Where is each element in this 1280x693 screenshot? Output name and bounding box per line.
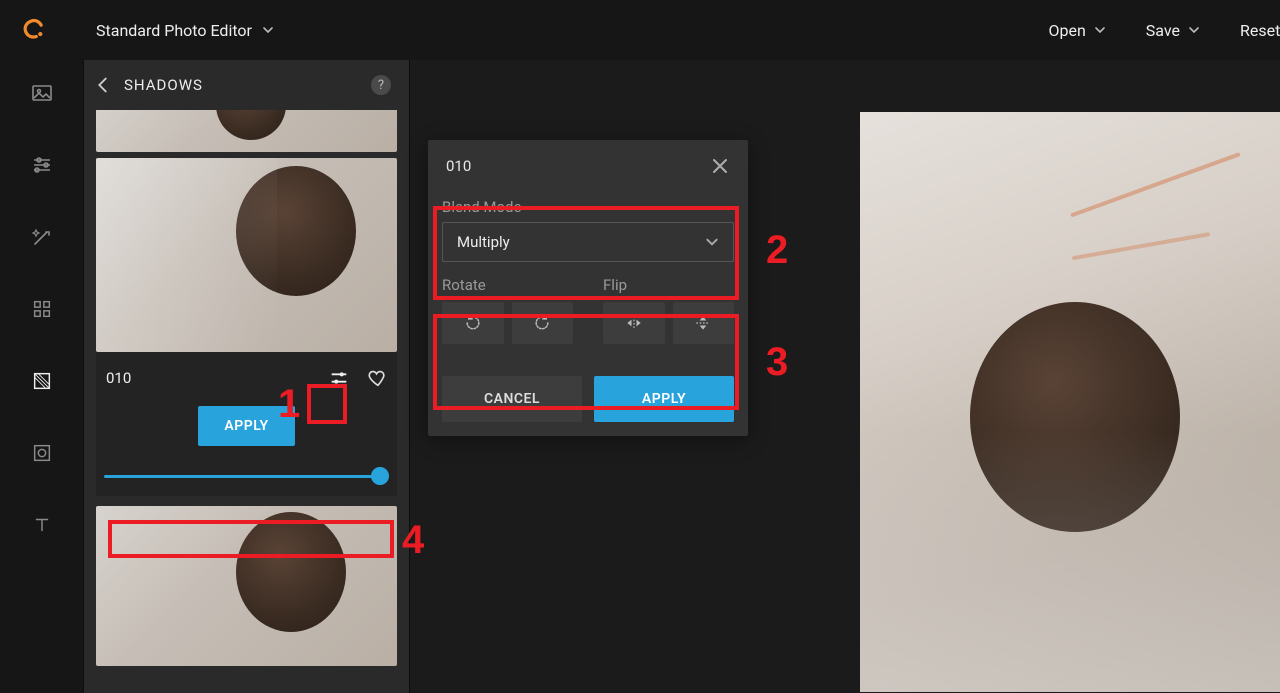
chevron-down-icon [705,235,719,249]
rotate-cw-button[interactable] [512,302,574,344]
popover-title: 010 [446,157,471,175]
rotate-ccw-icon [463,313,483,333]
blend-mode-value: Multiply [457,233,510,251]
rail-image-icon[interactable] [29,80,55,106]
rotate-flip-section: Rotate Flip [442,276,734,344]
preset-id-label: 010 [106,369,131,387]
open-button[interactable]: Open [1048,21,1105,40]
preset-apply-row: APPLY [96,398,397,460]
rotate-cw-icon [532,313,552,333]
opacity-slider[interactable] [100,466,393,486]
preset-selected-group: 010 APPLY [96,158,397,496]
preset-apply-button[interactable]: APPLY [198,406,294,446]
blend-mode-dropdown[interactable]: Multiply [442,222,734,262]
editor-mode-dropdown[interactable]: Standard Photo Editor [96,21,274,40]
rail-sliders-icon[interactable] [29,152,55,178]
rotate-label: Rotate [442,276,573,294]
preset-settings-button[interactable] [323,362,355,394]
left-tool-rail [0,60,84,693]
help-icon[interactable]: ? [371,75,391,95]
preset-thumb-prev[interactable] [96,110,397,152]
preset-label-row: 010 [96,352,397,398]
flip-column: Flip [603,276,734,344]
chevron-down-icon [1094,24,1106,36]
popover-cancel-button[interactable]: CANCEL [442,376,582,422]
photo-preview[interactable] [860,112,1280,692]
rail-grid-icon[interactable] [29,296,55,322]
rail-overlay-icon[interactable] [29,368,55,394]
save-label: Save [1146,21,1180,40]
app-logo-icon [20,17,46,43]
popover-header: 010 [428,140,748,192]
rail-vignette-icon[interactable] [29,440,55,466]
close-icon[interactable] [710,156,730,176]
preset-thumb-selected[interactable] [96,158,397,352]
open-label: Open [1048,21,1085,40]
top-bar: Standard Photo Editor Open Save Reset [0,0,1280,60]
preset-thumb-next[interactable] [96,506,397,666]
rail-wand-icon[interactable] [29,224,55,250]
blend-mode-label: Blend Mode [442,198,734,216]
slider-knob[interactable] [371,467,389,485]
chevron-down-icon [262,24,274,36]
preset-thumb-list: 010 APPLY [84,110,409,693]
opacity-slider-row [96,460,397,496]
popover-body: Blend Mode Multiply Rotate Flip [428,192,748,362]
rail-text-icon[interactable] [29,512,55,538]
topbar-right-group: Open Save Reset [1048,0,1280,60]
flip-label: Flip [603,276,734,294]
save-button[interactable]: Save [1146,21,1200,40]
sliders-icon [328,367,350,389]
chevron-down-icon [1188,24,1200,36]
heart-icon [366,367,388,389]
rotate-ccw-button[interactable] [442,302,504,344]
reset-button[interactable]: Reset [1240,21,1280,40]
panel-header: SHADOWS ? [84,60,409,110]
flip-horizontal-icon [624,313,644,333]
slider-track-line [104,475,389,478]
blend-mode-section: Blend Mode Multiply [442,198,734,262]
popover-actions: CANCEL APPLY [428,362,748,436]
flip-vertical-button[interactable] [673,302,735,344]
reset-label: Reset [1240,21,1280,40]
preset-settings-popover: 010 Blend Mode Multiply Rotate [428,140,748,436]
flip-horizontal-button[interactable] [603,302,665,344]
back-chevron-icon[interactable] [92,74,114,96]
favorite-button[interactable] [363,364,391,392]
flip-vertical-icon [693,313,713,333]
popover-apply-button[interactable]: APPLY [594,376,734,422]
rotate-column: Rotate [442,276,573,344]
shadows-panel: SHADOWS ? 010 [84,60,410,693]
panel-title: SHADOWS [124,76,203,94]
editor-mode-label: Standard Photo Editor [96,21,252,40]
